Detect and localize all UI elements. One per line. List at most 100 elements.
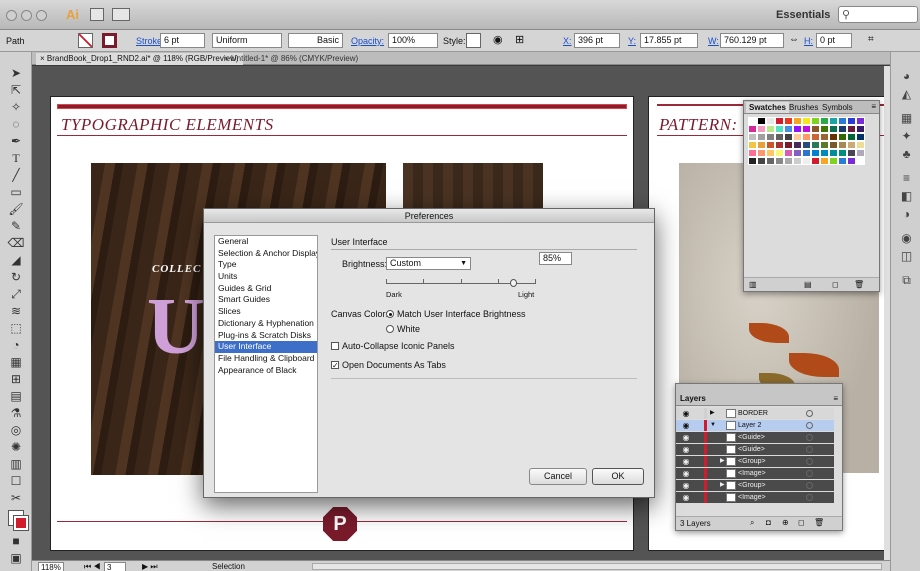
swatch-cell[interactable]: [802, 133, 811, 141]
bridge-icon[interactable]: [90, 8, 104, 21]
swatch-cell[interactable]: [856, 133, 865, 141]
swatch-cell[interactable]: [757, 117, 766, 125]
close-window-button[interactable]: [6, 10, 17, 21]
swatch-cell[interactable]: [811, 149, 820, 157]
y-label-link[interactable]: Y:: [628, 36, 636, 46]
swatch-cell[interactable]: [802, 141, 811, 149]
swatch-cell[interactable]: [820, 125, 829, 133]
workspace-switcher[interactable]: Essentials: [776, 9, 830, 21]
swatch-cell[interactable]: [820, 157, 829, 165]
swatch-cell[interactable]: [748, 117, 757, 125]
swatch-cell[interactable]: [811, 157, 820, 165]
target-circle-icon[interactable]: [806, 434, 813, 441]
swatches-panel-icon[interactable]: ▦: [899, 112, 914, 125]
transparency-panel-icon[interactable]: ◑: [899, 208, 914, 221]
swatch-cell[interactable]: [793, 125, 802, 133]
visibility-eye-icon[interactable]: ◉: [680, 456, 692, 467]
layer-row[interactable]: ◉ ▶ BORDER: [676, 408, 834, 419]
stroke-panel-icon[interactable]: ≡: [899, 172, 914, 185]
swatch-cell[interactable]: [775, 141, 784, 149]
swatch-cell[interactable]: [847, 141, 856, 149]
swatch-cell[interactable]: [820, 149, 829, 157]
tab-brushes[interactable]: Brushes: [786, 102, 821, 113]
constrain-proportions-icon[interactable]: ⇔: [789, 34, 799, 45]
swatch-cell[interactable]: [784, 157, 793, 165]
layers-panel-icon[interactable]: ⧉: [899, 274, 914, 287]
column-graph-tool-icon[interactable]: ▥: [6, 457, 26, 472]
canvas-white-label[interactable]: White: [397, 324, 420, 334]
type-tool-icon[interactable]: T: [6, 151, 26, 166]
pencil-tool-icon[interactable]: ✎: [6, 219, 26, 234]
zoom-level-field[interactable]: 118%: [38, 562, 64, 571]
transform-options-icon[interactable]: ⌗: [868, 34, 874, 45]
opacity-field[interactable]: 100%: [388, 33, 438, 48]
current-tool-status[interactable]: Selection: [212, 562, 245, 571]
layer-row[interactable]: ◉ <Image>: [676, 468, 834, 479]
brushes-panel-icon[interactable]: ✦: [899, 130, 914, 143]
visibility-eye-icon[interactable]: ◉: [680, 432, 692, 443]
swatch-cell[interactable]: [793, 157, 802, 165]
swatch-cell[interactable]: [784, 125, 793, 133]
locate-object-icon[interactable]: ⌕: [750, 518, 754, 528]
preferences-category-item[interactable]: Units: [215, 271, 317, 283]
swatch-cell[interactable]: [748, 125, 757, 133]
swatch-cell[interactable]: [802, 125, 811, 133]
target-circle-icon[interactable]: [806, 410, 813, 417]
swatch-cell[interactable]: [748, 157, 757, 165]
swatch-cell[interactable]: [838, 149, 847, 157]
preferences-category-item[interactable]: User Interface: [215, 341, 317, 353]
swatch-cell[interactable]: [766, 117, 775, 125]
first-artboard-icon[interactable]: ⏮ ◀: [84, 562, 101, 571]
document-tab-untitled[interactable]: × Untitled-1* @ 86% (CMYK/Preview): [220, 53, 362, 65]
symbol-sprayer-tool-icon[interactable]: ✺: [6, 440, 26, 455]
swatch-cell[interactable]: [856, 157, 865, 165]
swatch-cell[interactable]: [748, 141, 757, 149]
swatch-cell[interactable]: [811, 141, 820, 149]
swatch-cell[interactable]: [820, 141, 829, 149]
fill-swatch[interactable]: [78, 33, 93, 48]
swatch-cell[interactable]: [838, 117, 847, 125]
open-docs-as-tabs-label[interactable]: Open Documents As Tabs: [342, 360, 446, 370]
cancel-button[interactable]: Cancel: [529, 468, 587, 485]
slice-tool-icon[interactable]: ✂: [6, 491, 26, 506]
layers-panel-title[interactable]: Layers: [680, 394, 706, 403]
chevron-right-icon[interactable]: ▶: [720, 456, 725, 467]
swatch-cell[interactable]: [838, 157, 847, 165]
swatch-cell[interactable]: [847, 117, 856, 125]
blob-brush-tool-icon[interactable]: ◢: [6, 253, 26, 268]
magic-wand-tool-icon[interactable]: ✧: [6, 100, 26, 115]
swatch-cell[interactable]: [847, 149, 856, 157]
chevron-down-icon[interactable]: ▼: [710, 420, 716, 431]
swatch-libraries-icon[interactable]: ▥: [749, 280, 757, 289]
swatch-cell[interactable]: [820, 133, 829, 141]
swatch-cell[interactable]: [838, 141, 847, 149]
swatch-cell[interactable]: [802, 117, 811, 125]
swatch-cell[interactable]: [838, 125, 847, 133]
screen-mode-icon[interactable]: ▣: [6, 551, 26, 566]
x-label-link[interactable]: X:: [563, 36, 572, 46]
swatch-cell[interactable]: [793, 141, 802, 149]
brightness-select[interactable]: Custom ▼: [386, 257, 471, 270]
swatch-cell[interactable]: [766, 149, 775, 157]
h-label-link[interactable]: H:: [804, 36, 813, 46]
swatch-cell[interactable]: [847, 133, 856, 141]
layer-row[interactable]: ◉ <Guide>: [676, 444, 834, 455]
swatch-cell[interactable]: [829, 149, 838, 157]
visibility-eye-icon[interactable]: ◉: [680, 480, 692, 491]
color-panel-icon[interactable]: ◕: [899, 70, 914, 83]
align-options-icon[interactable]: ⊞: [515, 33, 524, 46]
graphic-styles-icon[interactable]: ◫: [899, 250, 914, 263]
swatch-cell[interactable]: [802, 157, 811, 165]
blend-tool-icon[interactable]: ◎: [6, 423, 26, 438]
target-circle-icon[interactable]: [806, 470, 813, 477]
lasso-tool-icon[interactable]: ◌: [6, 117, 26, 132]
visibility-eye-icon[interactable]: ◉: [680, 420, 692, 431]
arrange-documents-icon[interactable]: [112, 8, 130, 21]
selected-border-path[interactable]: [57, 104, 627, 109]
swatch-cell[interactable]: [811, 133, 820, 141]
swatch-cell[interactable]: [856, 149, 865, 157]
variable-width-profile-select[interactable]: Uniform: [212, 33, 282, 48]
swatch-cell[interactable]: [847, 125, 856, 133]
swatch-cell[interactable]: [784, 149, 793, 157]
free-transform-tool-icon[interactable]: ⬚: [6, 321, 26, 336]
